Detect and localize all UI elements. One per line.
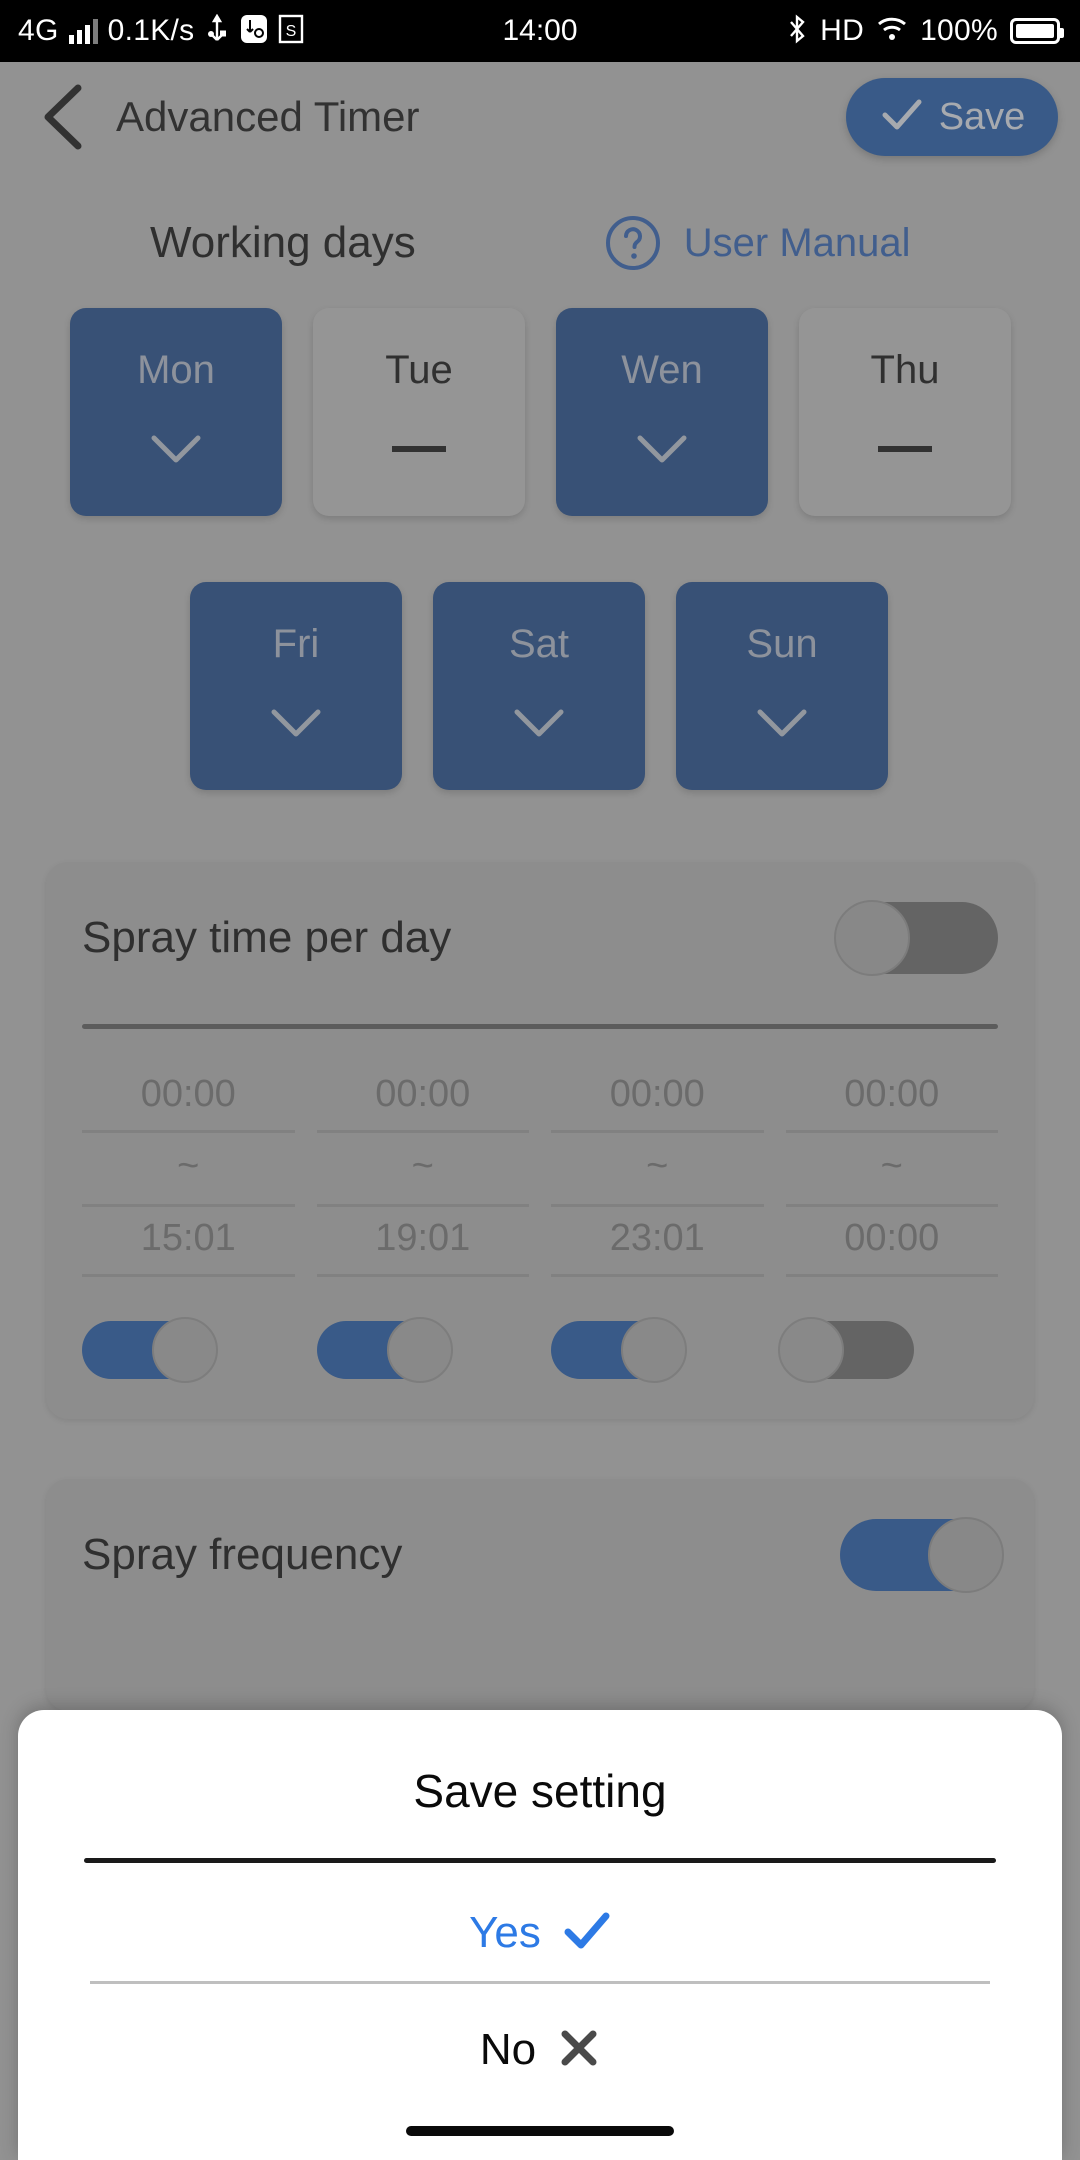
slot-toggle-cell xyxy=(82,1317,295,1383)
back-chevron-icon[interactable] xyxy=(36,82,90,152)
working-days-row-2: Fri Sat Sun xyxy=(0,582,1080,790)
slot-end-time[interactable]: 15:01 xyxy=(82,1207,295,1277)
check-icon xyxy=(268,701,324,745)
slot-start-time[interactable]: 00:00 xyxy=(82,1063,295,1133)
day-button-wen[interactable]: Wen xyxy=(556,308,768,516)
spray-frequency-card: Spray frequency xyxy=(46,1479,1034,1711)
check-icon xyxy=(754,701,810,745)
day-label: Sat xyxy=(508,621,570,666)
slot-end-time[interactable]: 19:01 xyxy=(316,1207,529,1277)
slot-start-time[interactable]: 00:00 xyxy=(785,1063,998,1133)
spray-time-master-toggle[interactable] xyxy=(834,900,998,976)
day-button-mon[interactable]: Mon xyxy=(70,308,282,516)
check-icon xyxy=(563,1911,611,1956)
working-days-row-1: Mon Tue Wen Thu xyxy=(0,308,1080,516)
check-icon xyxy=(148,427,204,471)
spray-time-card-header: Spray time per day xyxy=(82,900,998,976)
dialog-yes-button[interactable]: Yes xyxy=(18,1885,1062,1981)
spray-time-card-title: Spray time per day xyxy=(82,913,452,962)
slot-toggle-3[interactable] xyxy=(551,1317,687,1383)
battery-icon xyxy=(1010,18,1064,44)
dialog-options-divider xyxy=(90,1981,990,1984)
day-button-sat[interactable]: Sat xyxy=(433,582,645,790)
page-title: Advanced Timer xyxy=(116,93,420,140)
day-label: Fri xyxy=(272,621,320,666)
save-button[interactable]: Save xyxy=(846,78,1058,156)
dash-icon xyxy=(878,427,932,471)
slot-start-time[interactable]: 00:00 xyxy=(316,1063,529,1133)
dialog-title-divider xyxy=(84,1858,996,1863)
check-icon xyxy=(634,427,690,471)
slot-toggle-1[interactable] xyxy=(82,1317,218,1383)
check-icon xyxy=(511,701,567,745)
slot-toggle-2[interactable] xyxy=(316,1317,453,1383)
day-label: Tue xyxy=(385,347,453,392)
dialog-title: Save setting xyxy=(413,1765,667,1817)
dialog-no-label: No xyxy=(479,2025,537,2074)
spray-time-slots: 00:00 ~ 15:01 00:00 ~ 19:01 00:00 ~ 23:0… xyxy=(82,1063,998,1277)
day-label: Mon xyxy=(137,347,215,392)
slot-toggle-cell xyxy=(777,1317,999,1383)
slot-range-separator: ~ xyxy=(316,1133,529,1207)
close-x-icon xyxy=(558,2028,600,2073)
slot-start-time[interactable]: 00:00 xyxy=(551,1063,764,1133)
phone-screen: 4G 0.1K/s S 14:00 HD 100% Advanced Timer… xyxy=(0,0,1080,2160)
app-bar: Advanced Timer Save xyxy=(0,62,1080,172)
day-button-fri[interactable]: Fri xyxy=(190,582,402,790)
spray-time-slot: 00:00 ~ 15:01 xyxy=(82,1063,295,1277)
save-button-label: Save xyxy=(938,95,1026,138)
day-button-tue[interactable]: Tue xyxy=(313,308,525,516)
question-circle-icon[interactable] xyxy=(604,214,662,272)
spray-frequency-toggle[interactable] xyxy=(840,1517,1004,1593)
day-button-thu[interactable]: Thu xyxy=(799,308,1011,516)
spray-time-slot: 00:00 ~ 23:01 xyxy=(551,1063,764,1277)
slot-toggle-cell xyxy=(551,1317,764,1383)
spray-frequency-card-title: Spray frequency xyxy=(82,1530,403,1579)
dialog-yes-label: Yes xyxy=(469,1908,541,1957)
day-label: Wen xyxy=(621,347,703,392)
dialog-no-button[interactable]: No xyxy=(18,2002,1062,2098)
status-bar-clock: 14:00 xyxy=(502,14,578,47)
working-days-title: Working days xyxy=(150,218,416,267)
dash-icon xyxy=(392,427,446,471)
status-bar: 4G 0.1K/s S 14:00 HD 100% xyxy=(0,0,1080,62)
spray-frequency-card-header: Spray frequency xyxy=(82,1517,1004,1593)
spray-time-slot: 00:00 ~ 00:00 xyxy=(785,1063,998,1277)
slot-end-time[interactable]: 00:00 xyxy=(785,1207,998,1277)
check-icon xyxy=(879,95,925,140)
day-label: Thu xyxy=(870,347,940,392)
home-indicator xyxy=(406,2126,674,2136)
user-manual-link[interactable]: User Manual xyxy=(684,221,911,266)
working-days-header: Working days User Manual xyxy=(0,172,1080,272)
spray-time-slot-toggles xyxy=(82,1317,999,1383)
day-label: Sun xyxy=(746,621,818,666)
slot-toggle-cell xyxy=(316,1317,530,1383)
slot-range-separator: ~ xyxy=(785,1133,998,1207)
divider xyxy=(82,1024,998,1029)
slot-range-separator: ~ xyxy=(551,1133,764,1207)
status-bar-clock-wrap: 14:00 xyxy=(0,14,1080,48)
slot-toggle-4[interactable] xyxy=(777,1317,914,1383)
slot-range-separator: ~ xyxy=(82,1133,295,1207)
day-button-sun[interactable]: Sun xyxy=(676,582,888,790)
save-setting-dialog: Save setting Yes No xyxy=(18,1710,1062,2160)
spray-time-card: Spray time per day 00:00 ~ 15:01 00:00 ~… xyxy=(46,862,1034,1419)
spray-time-slot: 00:00 ~ 19:01 xyxy=(316,1063,529,1277)
slot-end-time[interactable]: 23:01 xyxy=(551,1207,764,1277)
